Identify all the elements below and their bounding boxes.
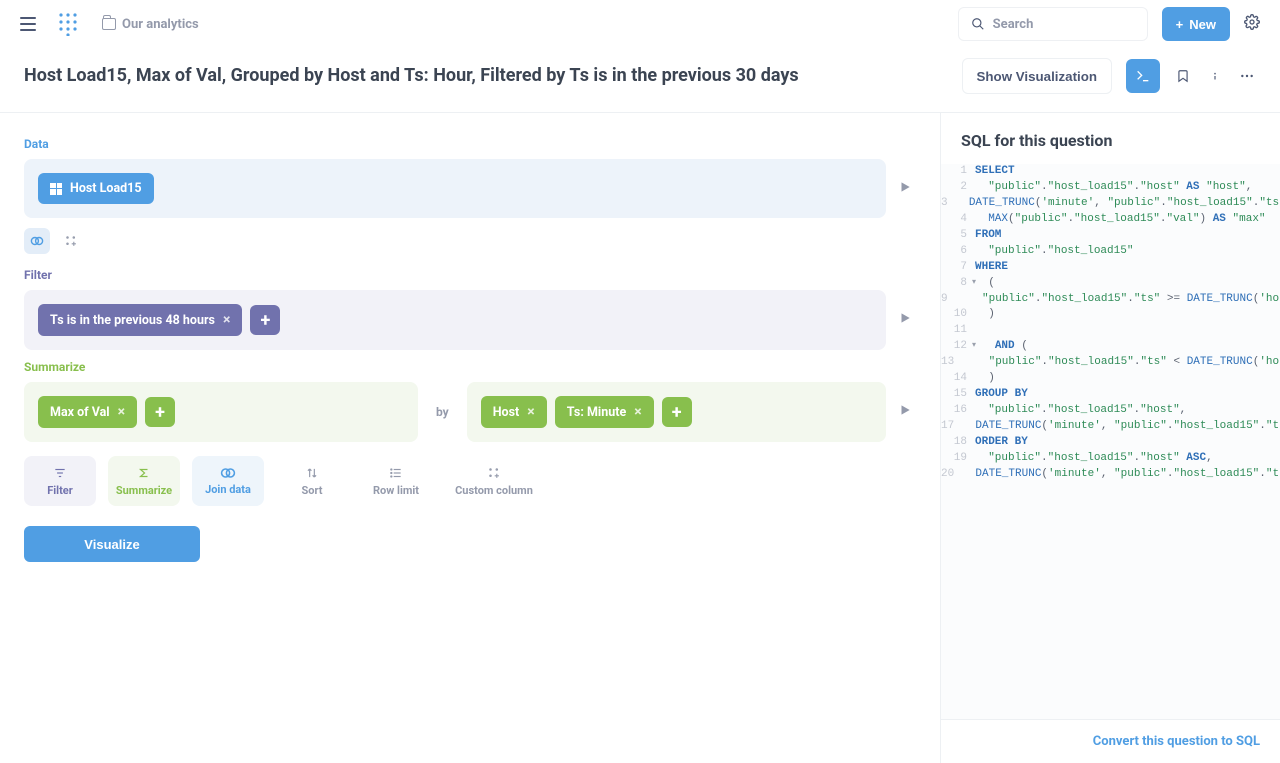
add-group-button[interactable]: + — [662, 397, 692, 427]
convert-to-sql-link[interactable]: Convert this question to SQL — [1093, 734, 1260, 749]
new-button-label: New — [1189, 17, 1216, 32]
show-visualization-button[interactable]: Show Visualization — [962, 58, 1112, 94]
search-placeholder: Search — [993, 17, 1034, 32]
folder-icon — [102, 18, 116, 30]
titlebar: Host Load15, Max of Val, Grouped by Host… — [0, 48, 1280, 113]
data-run-button[interactable] — [898, 180, 916, 198]
close-icon[interactable]: × — [118, 404, 125, 420]
logo[interactable] — [58, 12, 78, 36]
title-actions: Show Visualization — [962, 58, 1256, 94]
summarize-metrics-block: Max of Val × + — [24, 382, 418, 442]
filter-chip[interactable]: Ts is in the previous 48 hours × — [38, 304, 242, 336]
data-section-label: Data — [24, 137, 916, 151]
main: Data Host Load15 Filter — [0, 113, 1280, 763]
breadcrumb-label: Our analytics — [122, 17, 199, 32]
filter-block: Ts is in the previous 48 hours × + — [24, 290, 886, 350]
sql-code-viewer: 1SELECT2 "public"."host_load15"."host" A… — [941, 164, 1280, 719]
close-icon[interactable]: × — [634, 404, 641, 420]
sql-panel: SQL for this question 1SELECT2 "public".… — [940, 113, 1280, 763]
topbar: Our analytics Search + New — [0, 0, 1280, 48]
summarize-section-label: Summarize — [24, 360, 916, 374]
info-button[interactable] — [1206, 67, 1224, 85]
search-icon — [971, 17, 985, 31]
close-icon[interactable]: × — [223, 312, 230, 328]
bookmark-button[interactable] — [1174, 67, 1192, 85]
action-label: Custom column — [455, 484, 533, 497]
terminal-icon — [1135, 68, 1151, 84]
close-icon[interactable]: × — [527, 404, 534, 420]
bookmark-icon — [1176, 68, 1190, 84]
action-label: Join data — [205, 483, 251, 496]
group-chip-label: Ts: Minute — [567, 405, 627, 420]
data-source-label: Host Load15 — [70, 181, 142, 196]
data-block: Host Load15 — [24, 159, 886, 218]
filter-run-button[interactable] — [898, 311, 916, 329]
new-button[interactable]: + New — [1162, 7, 1230, 41]
metric-chip-label: Max of Val — [50, 405, 110, 420]
sql-panel-title: SQL for this question — [941, 113, 1280, 164]
gear-icon — [1244, 14, 1260, 30]
venn-icon — [30, 236, 44, 246]
info-icon — [1208, 68, 1222, 84]
action-label: Summarize — [116, 484, 172, 497]
join-toggle-icon[interactable] — [24, 228, 50, 254]
play-icon — [898, 403, 912, 417]
add-filter-button[interactable]: + — [250, 305, 280, 335]
action-label: Row limit — [373, 484, 419, 497]
add-metric-button[interactable]: + — [145, 397, 175, 427]
logo-icon — [58, 12, 78, 36]
action-label: Sort — [301, 484, 322, 497]
summarize-groupby-block: Host × Ts: Minute × + — [467, 382, 886, 442]
page-title: Host Load15, Max of Val, Grouped by Host… — [24, 64, 962, 87]
filter-icon — [53, 466, 67, 480]
action-custom-column[interactable]: Custom column — [444, 456, 544, 506]
settings-button[interactable] — [1244, 14, 1260, 34]
sigma-icon — [137, 466, 151, 480]
group-chip-label: Host — [493, 405, 520, 420]
sql-footer: Convert this question to SQL — [941, 719, 1280, 763]
action-grid: Filter Summarize Join data Sort Row limi… — [24, 456, 916, 506]
action-sort[interactable]: Sort — [276, 456, 348, 506]
metric-chip[interactable]: Max of Val × — [38, 396, 137, 428]
query-builder: Data Host Load15 Filter — [0, 113, 940, 763]
by-label: by — [430, 405, 455, 419]
data-source-chip[interactable]: Host Load15 — [38, 173, 154, 204]
summarize-run-button[interactable] — [898, 403, 916, 421]
play-icon — [898, 311, 912, 325]
more-icon — [1239, 68, 1255, 84]
group-chip-ts[interactable]: Ts: Minute × — [555, 396, 654, 428]
sql-toggle-button[interactable] — [1126, 59, 1160, 93]
sort-icon — [305, 466, 319, 480]
filter-chip-label: Ts is in the previous 48 hours — [50, 313, 215, 328]
menu-icon[interactable] — [20, 17, 36, 31]
sparkle-icon — [64, 234, 78, 248]
plus-icon: + — [1176, 17, 1184, 32]
action-summarize[interactable]: Summarize — [108, 456, 180, 506]
action-filter[interactable]: Filter — [24, 456, 96, 506]
sparkle-icon — [487, 466, 501, 480]
custom-column-icon-button[interactable] — [58, 228, 84, 254]
action-rowlimit[interactable]: Row limit — [360, 456, 432, 506]
venn-icon — [220, 467, 236, 479]
search-input[interactable]: Search — [958, 7, 1148, 41]
play-icon — [898, 180, 912, 194]
filter-section-label: Filter — [24, 268, 916, 282]
action-join[interactable]: Join data — [192, 456, 264, 506]
visualize-button[interactable]: Visualize — [24, 526, 200, 562]
breadcrumb[interactable]: Our analytics — [102, 17, 199, 32]
list-icon — [389, 466, 403, 480]
table-icon — [50, 183, 62, 195]
more-button[interactable] — [1238, 67, 1256, 85]
group-chip-host[interactable]: Host × — [481, 396, 547, 428]
action-label: Filter — [47, 484, 73, 497]
